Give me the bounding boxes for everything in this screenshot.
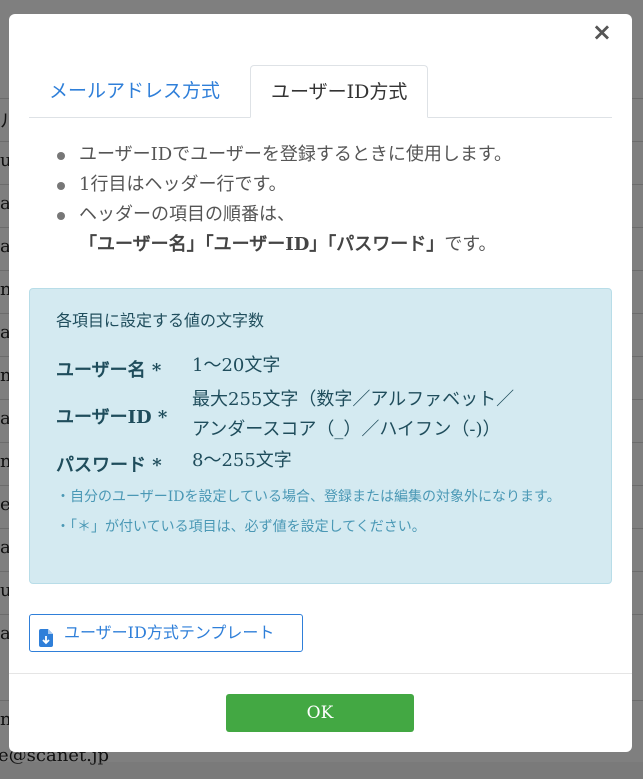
spec-value: アンダースコア（_）／ハイフン（-)） — [192, 419, 501, 440]
note-text: ・自分のユーザーIDを設定している場合、登録または編集の対象外になります。 — [56, 489, 561, 505]
import-method-tabs: メールアドレス方式 ユーザーID方式 — [29, 65, 612, 118]
character-limit-info: 各項目に設定する値の文字数 ユーザー名 * 1〜20文字 ユーザーID * 最大… — [29, 288, 612, 584]
download-template-button[interactable]: ユーザーID方式テンプレート — [29, 614, 303, 652]
instruction-text: ヘッダーの項目の順番は、 — [79, 204, 295, 225]
csv-import-modal: × メールアドレス方式 ユーザーID方式 ユーザーIDでユーザーを登録するときに… — [9, 14, 632, 752]
instruction-list: ユーザーIDでユーザーを登録するときに使用します。 1行目はヘッダー行です。 ヘ… — [53, 140, 512, 260]
list-item: 1行目はヘッダー行です。 — [53, 170, 512, 200]
spec-value: 1〜20文字 — [192, 355, 281, 376]
note-text: ・「＊」が付いている項目は、必ず値を設定してください。 — [56, 519, 426, 535]
template-button-label: ユーザーID方式テンプレート — [64, 623, 275, 642]
instruction-text: です。 — [444, 234, 497, 255]
ok-button[interactable]: OK — [226, 694, 414, 732]
file-download-icon — [39, 624, 53, 660]
instruction-text: ユーザーIDでユーザーを登録するときに使用します。 — [79, 144, 513, 165]
tab-userid-method[interactable]: ユーザーID方式 — [250, 65, 429, 118]
instruction-text: 1行目はヘッダー行です。 — [79, 174, 287, 195]
spec-value: 8〜255文字 — [192, 450, 292, 471]
spec-label: パスワード * — [56, 455, 162, 476]
spec-label: ユーザーID * — [56, 407, 168, 428]
tab-email-method[interactable]: メールアドレス方式 — [29, 65, 240, 117]
header-order-text: 「ユーザー名」「ユーザーID」「パスワード」 — [79, 234, 445, 255]
list-item: ヘッダーの項目の順番は、 「ユーザー名」「ユーザーID」「パスワード」です。 — [53, 200, 512, 260]
spec-label: ユーザー名 * — [56, 360, 162, 381]
spec-value: 最大255文字（数字／アルファベット／ — [192, 389, 515, 410]
info-notes: ・自分のユーザーIDを設定している場合、登録または編集の対象外になります。 ・「… — [56, 482, 586, 542]
info-title: 各項目に設定する値の文字数 — [56, 311, 265, 330]
list-item: ユーザーIDでユーザーを登録するときに使用します。 — [53, 140, 512, 170]
close-icon[interactable]: × — [592, 20, 612, 44]
footer-divider — [9, 673, 632, 674]
